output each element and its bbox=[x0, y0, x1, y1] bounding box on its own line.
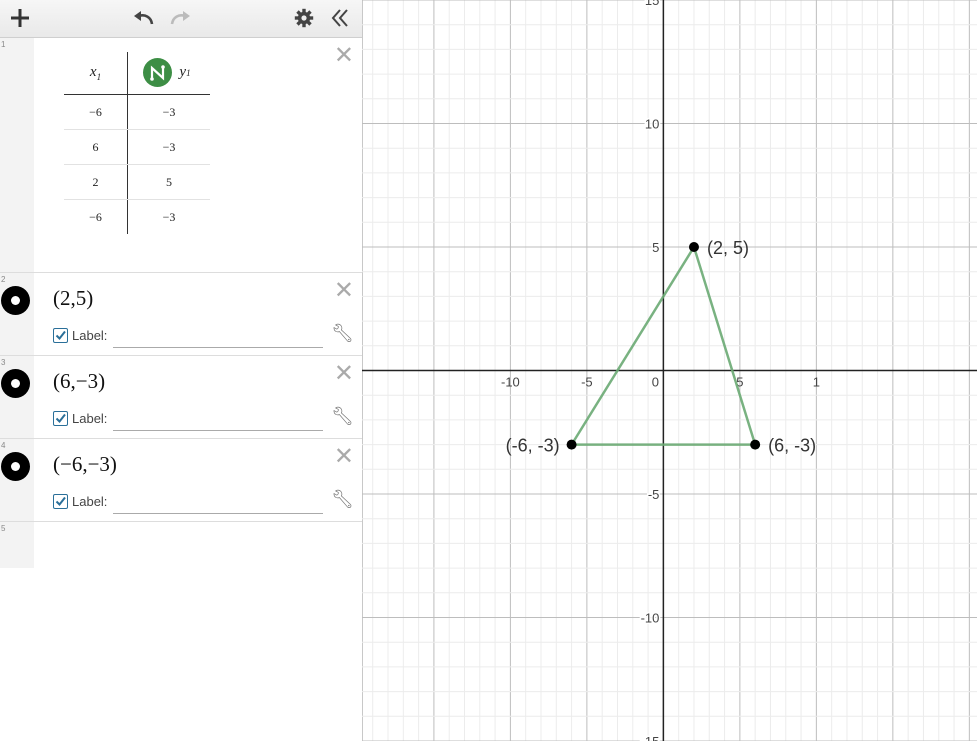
plotted-point bbox=[688, 242, 699, 252]
checkbox-checked-icon[interactable] bbox=[53, 328, 68, 343]
expression-index: 3 bbox=[1, 358, 6, 367]
y-tick-label: -10 bbox=[641, 611, 660, 626]
y-tick-label: -15 bbox=[641, 734, 660, 741]
label-toggle[interactable]: Label: bbox=[53, 494, 107, 509]
plus-icon[interactable] bbox=[6, 4, 34, 32]
series-style-icon[interactable] bbox=[143, 58, 173, 88]
expression-point[interactable]: 3 (6,−3) ✕ Label: 🔧︎ bbox=[0, 356, 362, 439]
table-cell[interactable]: −3 bbox=[127, 94, 210, 130]
table-row: 25 bbox=[64, 164, 210, 200]
table-cell[interactable]: −3 bbox=[128, 200, 211, 235]
checkbox-checked-icon[interactable] bbox=[53, 411, 68, 426]
expression-index: 4 bbox=[1, 441, 6, 450]
expression-math[interactable]: (6,−3) bbox=[53, 369, 105, 394]
data-table: x1 y1 −6 −3 6 −3 25 −6 −3 bbox=[64, 52, 210, 234]
graph-canvas[interactable]: -10-505115105-5-10-15(2, 5)(6, -3)(-6, -… bbox=[362, 0, 977, 741]
label-input[interactable] bbox=[113, 513, 323, 514]
expression-point[interactable]: 4 (−6,−3) ✕ Label: 🔧︎ bbox=[0, 439, 362, 522]
expression-index: 5 bbox=[1, 524, 6, 533]
delete-expression-icon[interactable]: ✕ bbox=[334, 445, 354, 469]
wrench-icon[interactable]: 🔧︎ bbox=[331, 406, 354, 427]
checkbox-checked-icon[interactable] bbox=[53, 494, 68, 509]
y-tick-label: 5 bbox=[652, 240, 659, 255]
table-cell[interactable]: −6 bbox=[64, 199, 128, 234]
table-cell[interactable]: 2 bbox=[64, 164, 128, 200]
table-cell[interactable]: −6 bbox=[64, 94, 128, 130]
table-cell[interactable]: 6 bbox=[64, 129, 128, 165]
point-label: (2, 5) bbox=[707, 238, 749, 258]
x-tick-label: -10 bbox=[501, 375, 520, 390]
delete-expression-icon[interactable]: ✕ bbox=[334, 44, 354, 68]
label-input[interactable] bbox=[113, 430, 323, 431]
table-row: −6 −3 bbox=[64, 199, 211, 235]
label-text: Label: bbox=[72, 411, 108, 426]
expression-index: 2 bbox=[1, 275, 6, 284]
gear-icon[interactable] bbox=[290, 4, 318, 32]
delete-expression-icon[interactable]: ✕ bbox=[334, 279, 354, 303]
table-header-x1[interactable]: x1 bbox=[64, 52, 128, 95]
wrench-icon[interactable]: 🔧︎ bbox=[331, 323, 354, 344]
table-cell[interactable]: −3 bbox=[127, 129, 210, 165]
label-text: Label: bbox=[72, 328, 108, 343]
wrench-icon[interactable]: 🔧︎ bbox=[331, 489, 354, 510]
expression-list: 1 ✕ x1 y1 −6 −3 6 −3 25 −6 −3 2 (2,5) ✕ … bbox=[0, 38, 362, 568]
plotted-point bbox=[566, 439, 577, 450]
point-style-icon[interactable] bbox=[1, 369, 30, 398]
x-tick-label: -5 bbox=[581, 375, 593, 390]
expression-point[interactable]: 2 (2,5) ✕ Label: 🔧︎ bbox=[0, 273, 362, 356]
expression-empty[interactable]: 5 bbox=[0, 522, 362, 568]
undo-icon[interactable] bbox=[130, 4, 158, 32]
y-tick-label: 10 bbox=[645, 117, 659, 132]
point-style-icon[interactable] bbox=[1, 452, 30, 481]
label-toggle[interactable]: Label: bbox=[53, 411, 107, 426]
point-style-icon[interactable] bbox=[1, 286, 30, 315]
expression-table[interactable]: 1 ✕ x1 y1 −6 −3 6 −3 25 −6 −3 bbox=[0, 38, 362, 273]
expression-index: 1 bbox=[1, 40, 6, 49]
expression-math[interactable]: (2,5) bbox=[53, 286, 93, 311]
expression-gutter bbox=[0, 38, 34, 272]
point-label: (6, -3) bbox=[768, 436, 816, 456]
table-cell[interactable]: 5 bbox=[127, 164, 210, 200]
table-row: −6 −3 bbox=[64, 94, 210, 130]
x-tick-label: 0 bbox=[652, 375, 659, 390]
y-tick-label: -5 bbox=[648, 487, 660, 502]
table-header-y1[interactable]: y1 bbox=[127, 52, 210, 95]
expression-math[interactable]: (−6,−3) bbox=[53, 452, 117, 477]
point-label: (-6, -3) bbox=[506, 436, 560, 456]
label-input[interactable] bbox=[113, 347, 323, 348]
double-chevron-left-icon[interactable] bbox=[326, 4, 354, 32]
toolbar bbox=[0, 0, 362, 38]
x-tick-label: 1 bbox=[813, 375, 820, 390]
plotted-point bbox=[750, 439, 761, 450]
label-text: Label: bbox=[72, 494, 108, 509]
table-row: 6 −3 bbox=[64, 129, 210, 165]
y-tick-label: 15 bbox=[645, 0, 659, 8]
redo-icon[interactable] bbox=[166, 4, 194, 32]
label-toggle[interactable]: Label: bbox=[53, 328, 107, 343]
delete-expression-icon[interactable]: ✕ bbox=[334, 362, 354, 386]
expression-panel: 1 ✕ x1 y1 −6 −3 6 −3 25 −6 −3 2 (2,5) ✕ … bbox=[0, 0, 363, 741]
